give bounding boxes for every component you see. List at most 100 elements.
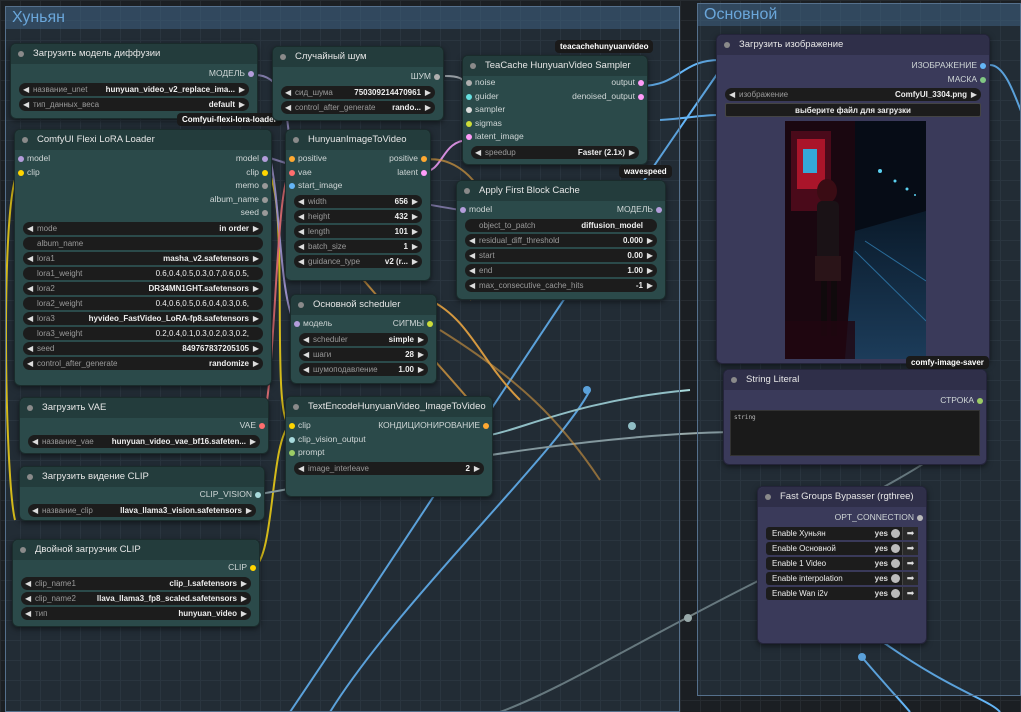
node-title[interactable]: ComfyUI Flexi LoRA Loader <box>15 130 271 150</box>
height-input[interactable]: ◀ height 432 ▶ <box>294 209 422 223</box>
output-connection-slot[interactable] <box>917 515 923 521</box>
toggle-knob-icon[interactable] <box>891 543 900 553</box>
output-slot[interactable] <box>638 80 644 86</box>
toggle-enable-hunyuan[interactable]: Enable Хуньян yes ➡ <box>766 526 918 540</box>
output-clip-slot[interactable] <box>250 565 256 571</box>
weight-dtype-combo[interactable]: ◀ тип_данных_веса default ▶ <box>19 97 249 111</box>
length-input[interactable]: ◀ length 101 ▶ <box>294 224 422 238</box>
upload-button[interactable]: выберите файл для загрузки <box>725 103 981 117</box>
toggle-knob-icon[interactable] <box>891 573 900 583</box>
start-input[interactable]: ◀ start 0.00 ▶ <box>465 248 657 262</box>
input-vae-slot[interactable] <box>289 169 295 176</box>
batch-size-input[interactable]: ◀ batch_size 1 ▶ <box>294 239 422 253</box>
output-vae-slot[interactable] <box>259 423 265 429</box>
arrow-right-icon[interactable]: ➡ <box>902 571 918 585</box>
input-positive-slot[interactable] <box>289 156 295 162</box>
input-model-slot[interactable] <box>18 156 24 162</box>
input-prompt-slot[interactable] <box>289 450 295 456</box>
speedup-combo[interactable]: ◀ speedup Faster (2.1x) ▶ <box>471 145 639 159</box>
toggle-knob-icon[interactable] <box>891 528 900 538</box>
toggle-enable-wan-i2v[interactable]: Enable Wan i2v yes ➡ <box>766 586 918 600</box>
node-title[interactable]: Загрузить видение CLIP <box>20 467 264 487</box>
residual-diff-threshold-input[interactable]: ◀ residual_diff_threshold 0.000 ▶ <box>465 233 657 247</box>
toggle-knob-icon[interactable] <box>891 588 900 598</box>
node-basic-scheduler[interactable]: Основной scheduler модель СИГМЫ ◀ schedule… <box>290 294 437 384</box>
group-title[interactable]: Хуньян <box>6 7 679 29</box>
scheduler-combo[interactable]: ◀ scheduler simple ▶ <box>299 332 428 346</box>
denoise-input[interactable]: ◀ шумоподавление 1.00 ▶ <box>299 362 428 376</box>
node-text-encode-i2v[interactable]: TextEncodeHunyuanVideo_ImageToVideo clip… <box>285 396 493 497</box>
node-title[interactable]: Основной scheduler <box>291 295 436 315</box>
lora2-weight-input[interactable]: lora2_weight 0.4,0.6,0.5,0.6,0.4,0.3,0.6, <box>23 296 263 310</box>
output-slot[interactable] <box>421 169 427 176</box>
lora2-combo[interactable]: ◀ lora2 DR34MN1GHT.safetensors ▶ <box>23 281 263 295</box>
output-slot[interactable] <box>262 156 268 162</box>
node-title[interactable]: Fast Groups Bypasser (rgthree) <box>758 487 926 507</box>
image-interleave-input[interactable]: ◀ image_interleave 2 ▶ <box>294 461 484 475</box>
node-title[interactable]: Загрузить VAE <box>20 398 268 418</box>
arrow-right-icon[interactable]: ➡ <box>902 541 918 555</box>
node-flexi-lora-loader[interactable]: ComfyUI Flexi LoRA Loader model model cli… <box>14 129 272 386</box>
lora-seed-input[interactable]: ◀ seed 849767837205105 ▶ <box>23 341 263 355</box>
width-input[interactable]: ◀ width 656 ▶ <box>294 194 422 208</box>
node-fast-groups-bypasser[interactable]: Fast Groups Bypasser (rgthree) OPT_CONNE… <box>757 486 927 644</box>
lora1-combo[interactable]: ◀ lora1 masha_v2.safetensors ▶ <box>23 251 263 265</box>
output-clip-vision-slot[interactable] <box>255 492 261 498</box>
unet-name-combo[interactable]: ◀ название_unet hunyuan_video_v2_replace_i… <box>19 82 249 96</box>
input-start-image-slot[interactable] <box>289 183 295 189</box>
toggle-enable-interpolation[interactable]: Enable interpolation yes ➡ <box>766 571 918 585</box>
comfyui-canvas[interactable]: Хуньян Основной Загрузить модель диффузи… <box>0 0 1021 712</box>
toggle-enable-main[interactable]: Enable Основной yes ➡ <box>766 541 918 555</box>
guidance-type-combo[interactable]: ◀ guidance_type v2 (r... ▶ <box>294 254 422 268</box>
node-title[interactable]: Apply First Block Cache <box>457 181 665 201</box>
input-model-slot[interactable] <box>294 321 300 327</box>
node-title[interactable]: Загрузить изображение <box>717 35 989 55</box>
lora-mode-combo[interactable]: ◀ mode in order ▶ <box>23 221 263 235</box>
max-cache-hits-input[interactable]: ◀ max_consecutive_cache_hits -1 ▶ <box>465 278 657 292</box>
output-slot[interactable] <box>262 169 268 176</box>
node-string-literal[interactable]: String Literal СТРОКА string <box>723 369 987 465</box>
node-dual-clip-loader[interactable]: Двойной загрузчик CLIP CLIP ◀ clip_name1 c… <box>12 539 260 627</box>
output-slot[interactable] <box>638 93 644 100</box>
output-model-slot[interactable] <box>248 71 254 77</box>
input-model-slot[interactable] <box>460 207 466 213</box>
input-sampler-slot[interactable] <box>466 107 472 113</box>
output-slot[interactable] <box>262 183 268 189</box>
input-noise-slot[interactable] <box>466 80 472 86</box>
output-string-slot[interactable] <box>977 398 983 404</box>
lora1-weight-input[interactable]: lora1_weight 0.6,0.4,0.5,0.3,0.7,0.6,0.5, <box>23 266 263 280</box>
output-slot[interactable] <box>262 196 268 203</box>
arrow-right-icon[interactable]: ➡ <box>902 586 918 600</box>
lora3-weight-input[interactable]: lora3_weight 0.2,0.4,0.1,0.3,0.2,0.3,0.2, <box>23 326 263 340</box>
output-slot[interactable] <box>656 207 662 213</box>
node-teacache-sampler[interactable]: TeaCache HunyuanVideo Sampler noise outpu… <box>462 55 648 165</box>
image-file-combo[interactable]: ◀ изображение ComfyUI_3304.png ▶ <box>725 88 981 101</box>
output-slot[interactable] <box>483 423 489 429</box>
clip-name2-combo[interactable]: ◀ clip_name2 llava_llama3_fp8_scaled.safet… <box>21 591 251 605</box>
output-slot[interactable] <box>427 321 433 327</box>
output-slot[interactable] <box>262 210 268 216</box>
noise-seed-input[interactable]: ◀ сид_шума 750309214470961 ▶ <box>281 85 435 99</box>
toggle-knob-icon[interactable] <box>891 558 900 568</box>
node-random-noise[interactable]: Случайный шум ШУМ ◀ сид_шума 7503092144709… <box>272 46 444 121</box>
output-noise-slot[interactable] <box>434 74 440 80</box>
output-slot[interactable] <box>421 156 427 162</box>
input-clip-vision-slot[interactable] <box>289 436 295 443</box>
node-title[interactable]: HunyuanImageToVideo <box>286 130 430 150</box>
node-title[interactable]: Случайный шум <box>273 47 443 67</box>
node-load-image[interactable]: Загрузить изображение ИЗОБРАЖЕНИЕ МАСКА … <box>716 34 990 364</box>
input-guider-slot[interactable] <box>466 93 472 100</box>
album-name-input[interactable]: album_name <box>23 236 263 250</box>
steps-input[interactable]: ◀ шаги 28 ▶ <box>299 347 428 361</box>
input-clip-slot[interactable] <box>18 169 24 176</box>
toggle-enable-1-video[interactable]: Enable 1 Video yes ➡ <box>766 556 918 570</box>
object-to-patch-input[interactable]: object_to_patch diffusion_model <box>465 218 657 232</box>
vae-name-combo[interactable]: ◀ название_vae hunyuan_video_vae_bf16.safe… <box>28 434 260 448</box>
node-title[interactable]: Загрузить модель диффузии <box>11 44 257 64</box>
control-after-generate-combo[interactable]: ◀ control_after_generate rando... ▶ <box>281 100 435 114</box>
arrow-right-icon[interactable]: ➡ <box>902 526 918 540</box>
output-mask-slot[interactable] <box>980 76 986 83</box>
node-load-vae[interactable]: Загрузить VAE VAE ◀ название_vae hunyuan_v… <box>19 397 269 454</box>
node-title[interactable]: String Literal <box>724 370 986 390</box>
input-latent-slot[interactable] <box>466 134 472 140</box>
